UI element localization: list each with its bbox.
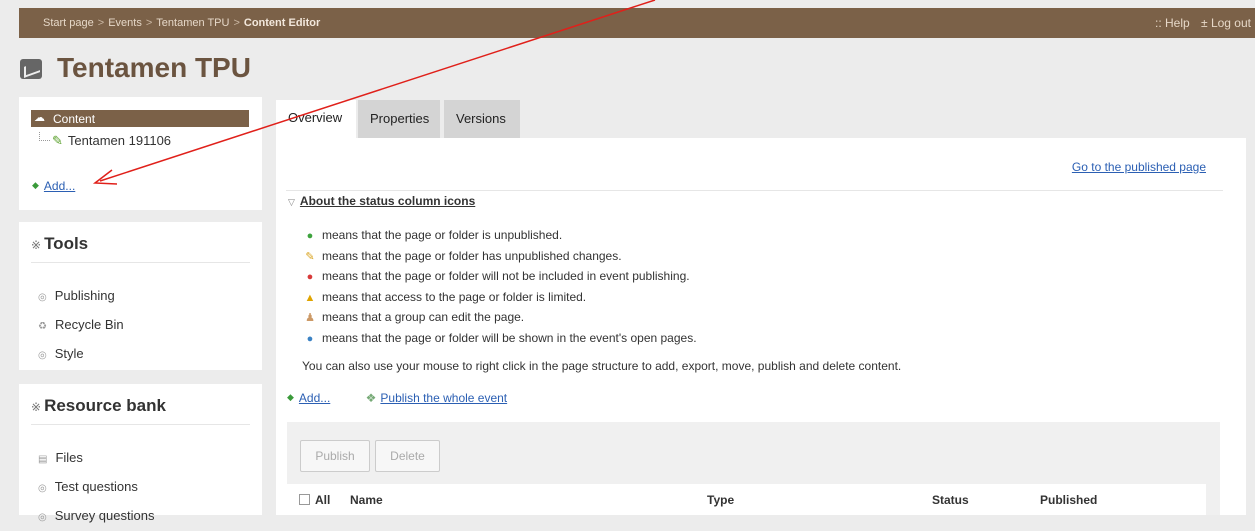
top-links: :: Help ± Log out	[1147, 16, 1251, 30]
pencil-icon: ✎	[52, 133, 63, 148]
about-status-toggle[interactable]: ▽ About the status column icons	[288, 194, 475, 208]
published-page-link[interactable]: Go to the published page	[1072, 160, 1206, 174]
tools-list: ◎ Publishing ♻ Recycle Bin ◎ Style	[38, 282, 124, 369]
select-all-checkbox[interactable]	[299, 494, 310, 505]
legend-item: ▲ means that access to the page or folder…	[304, 288, 697, 309]
delete-button[interactable]: Delete	[375, 440, 440, 472]
triangle-down-icon: ▽	[288, 197, 295, 207]
group-icon: ♟	[305, 312, 315, 324]
content-tree-panel: ☁ Content ✎ Tentamen 191106 ◆ Add...	[19, 97, 262, 210]
tree-item-tentamen[interactable]: ✎ Tentamen 191106	[39, 132, 171, 149]
status-legend: ● means that the page or folder is unpubl…	[304, 226, 697, 349]
globe-publish-icon: ❖	[365, 391, 377, 405]
globe-icon: ●	[306, 332, 314, 345]
file-icon: ▤	[38, 454, 48, 465]
add-content-link[interactable]: ◆ Add...	[32, 179, 75, 193]
content-table: Publish Delete All Name Type Status Publ…	[287, 422, 1220, 515]
legend-item: ● means that the page or folder is unpubl…	[304, 226, 697, 247]
tree-line	[39, 132, 50, 141]
logout-link[interactable]: ± Log out	[1201, 16, 1251, 30]
top-bar: Start page > Events > Tentamen TPU > Content E…	[19, 8, 1255, 38]
action-links: ◆ Add... ❖ Publish the whole event	[287, 391, 507, 405]
col-all: All	[315, 493, 331, 507]
tree-root-content[interactable]: ☁ Content	[31, 110, 249, 127]
tab-versions[interactable]: Versions	[444, 100, 520, 138]
resource-item-survey-questions[interactable]: ◎ Survey questions	[38, 502, 154, 531]
tools-item-style[interactable]: ◎ Style	[38, 340, 124, 369]
tools-panel: ※ Tools ◎ Publishing ♻ Recycle Bin ◎ Style	[19, 222, 262, 370]
col-type[interactable]: Type	[707, 493, 734, 507]
legend-item: ● means that the page or folder will be s…	[304, 329, 697, 350]
breadcrumb: Start page > Events > Tentamen TPU > Content E…	[43, 17, 321, 29]
add-label[interactable]: Add...	[44, 179, 75, 193]
resource-list: ▤ Files ◎ Test questions ◎ Survey questions	[38, 444, 154, 531]
divider	[31, 262, 250, 263]
event-icon	[20, 59, 42, 79]
tab-properties[interactable]: Properties	[358, 100, 440, 138]
pencil-icon: ✎	[305, 250, 315, 263]
breadcrumb-event[interactable]: Tentamen TPU	[156, 17, 229, 29]
breadcrumb-current: Content Editor	[243, 17, 321, 29]
survey-icon: ◎	[38, 512, 47, 523]
divider	[31, 424, 250, 425]
col-published[interactable]: Published	[1040, 493, 1097, 507]
help-link[interactable]: :: Help	[1155, 16, 1190, 30]
tab-overview[interactable]: Overview	[276, 100, 356, 138]
tools-title: ※ Tools	[31, 234, 89, 253]
plus-icon: ◆	[32, 180, 39, 190]
resource-item-test-questions[interactable]: ◎ Test questions	[38, 473, 154, 502]
resource-bank-panel: ※ Resource bank ▤ Files ◎ Test questions ◎ S…	[19, 384, 262, 523]
col-name[interactable]: Name	[350, 493, 383, 507]
legend-item: ✎ means that the page or folder has unpub…	[304, 247, 697, 268]
resource-bank-title: ※ Resource bank	[31, 396, 166, 415]
minus-circle-icon: ●	[306, 271, 314, 283]
folder-icon: ☁	[34, 112, 45, 124]
breadcrumb-start[interactable]: Start page	[43, 17, 94, 29]
resource-item-files[interactable]: ▤ Files	[38, 444, 154, 473]
trash-icon: ♻	[38, 321, 47, 332]
question-icon: ◎	[38, 483, 47, 494]
plus-icon: ◆	[287, 392, 294, 402]
tree-root-label: Content	[53, 112, 96, 126]
page-title: Tentamen TPU	[57, 52, 251, 83]
col-status[interactable]: Status	[932, 493, 969, 507]
publish-button[interactable]: Publish	[300, 440, 370, 472]
style-icon: ◎	[38, 350, 47, 361]
breadcrumb-events[interactable]: Events	[108, 17, 142, 29]
divider	[286, 190, 1223, 191]
tools-item-publishing[interactable]: ◎ Publishing	[38, 282, 124, 311]
tree-item-label: Tentamen 191106	[67, 133, 172, 148]
publish-event-link[interactable]: ❖ Publish the whole event	[366, 391, 508, 405]
target-icon: ◎	[38, 292, 47, 303]
overview-panel: Go to the published page ▽ About the stat…	[276, 138, 1246, 515]
add-link[interactable]: Add...	[299, 391, 330, 405]
tools-item-recycle-bin[interactable]: ♻ Recycle Bin	[38, 311, 124, 340]
legend-item: ♟ means that a group can edit the page.	[304, 308, 697, 329]
resource-icon: ※	[31, 400, 42, 414]
warning-icon: ▲	[304, 291, 316, 304]
right-click-hint: You can also use your mouse to right cli…	[302, 359, 902, 373]
plus-circle-icon: ●	[306, 230, 314, 242]
table-header: All Name Type Status Published	[287, 484, 1206, 515]
tools-icon: ※	[31, 238, 42, 252]
legend-item: ● means that the page or folder will not …	[304, 267, 697, 288]
